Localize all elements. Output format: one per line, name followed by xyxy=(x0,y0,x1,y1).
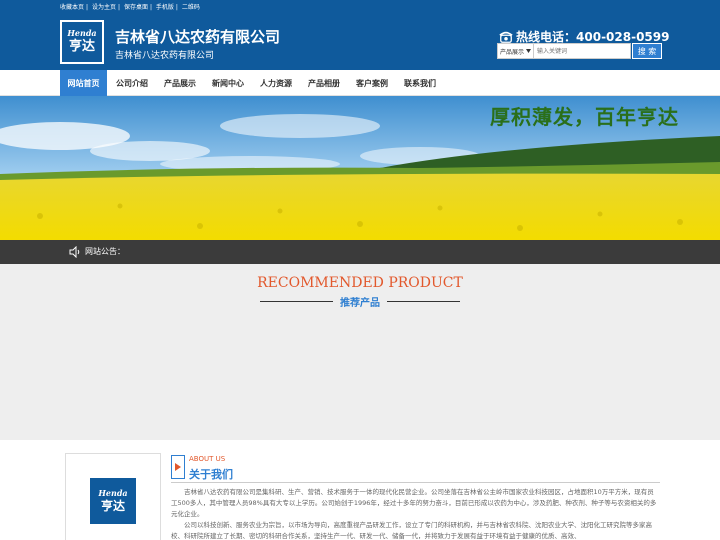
nav-item-home[interactable]: 网站首页 xyxy=(60,70,107,96)
search-button[interactable]: 搜 索 xyxy=(632,43,662,59)
about-paragraph: 吉林省八达农药有限公司是集科研、生产、营销、技术服务于一体的现代化民营企业。公司… xyxy=(171,488,657,518)
nav-item-album[interactable]: 产品相册 xyxy=(301,70,347,96)
main-nav: 网站首页 公司介绍 产品展示 新闻中心 人力资源 产品相册 客户案例 联系我们 xyxy=(0,70,720,96)
about-divider xyxy=(171,482,660,483)
about-text: 吉林省八达农药有限公司是集科研、生产、营销、技术服务于一体的现代化民营企业。公司… xyxy=(171,487,660,540)
about-logo-cn: 亨达 xyxy=(100,498,125,513)
nav-item-contact[interactable]: 联系我们 xyxy=(397,70,443,96)
top-links: 收藏本页 | 设为主页 | 保存桌面 | 手机版 | 二维码 xyxy=(60,2,202,11)
separator: | xyxy=(149,4,152,11)
top-link-mobile[interactable]: 手机版 xyxy=(156,4,174,11)
nav-item-about[interactable]: 公司介绍 xyxy=(109,70,155,96)
arrow-right-icon xyxy=(171,455,185,479)
search-category-select[interactable]: 产品展示 xyxy=(497,43,534,59)
hotline-number: 400-028-0599 xyxy=(576,29,670,44)
recommend-title-en: RECOMMENDED PRODUCT xyxy=(257,275,463,291)
top-link-bookmark[interactable]: 收藏本页 xyxy=(60,4,84,11)
top-link-homepage[interactable]: 设为主页 xyxy=(92,4,116,11)
about-logo: Henda 亨达 xyxy=(90,478,136,524)
logo-cn: 亨达 xyxy=(68,39,95,55)
separator: | xyxy=(175,4,178,11)
about-logo-en: Henda xyxy=(98,487,128,498)
nav-item-cases[interactable]: 客户案例 xyxy=(349,70,395,96)
about-paragraph: 公司以科技创新、服务农业为宗旨，以市场为导向，高度重视产品研发工作，设立了专门的… xyxy=(171,521,652,540)
recommend-title-cn: 推荐产品 xyxy=(333,294,387,309)
nav-item-news[interactable]: 新闻中心 xyxy=(205,70,251,96)
separator: | xyxy=(86,4,89,11)
separator: | xyxy=(117,4,121,11)
company-name: 吉林省八达农药有限公司 xyxy=(115,28,281,46)
search-bar: 产品展示 搜 索 xyxy=(497,43,662,59)
about-title-cn[interactable]: 关于我们 xyxy=(189,466,233,482)
nav-item-products[interactable]: 产品展示 xyxy=(157,70,203,96)
logo-en: Henda xyxy=(67,28,97,39)
speaker-icon xyxy=(69,246,80,258)
search-category-value: 产品展示 xyxy=(500,48,525,56)
top-link-desktop[interactable]: 保存桌面 xyxy=(124,4,148,11)
dropdown-arrow-icon xyxy=(526,49,531,53)
about-title-en: ABOUT US xyxy=(189,455,226,463)
search-input[interactable] xyxy=(534,43,631,59)
top-link-qrcode[interactable]: 二维码 xyxy=(182,4,200,11)
company-subtitle: 吉林省八达农药有限公司 xyxy=(115,51,215,61)
phone-icon xyxy=(499,31,513,43)
banner-slogan: 厚积薄发，百年亨达 xyxy=(490,105,679,129)
notice-label: 网站公告： xyxy=(85,247,125,256)
company-logo[interactable]: Henda 亨达 xyxy=(60,20,104,64)
nav-item-hr[interactable]: 人力资源 xyxy=(253,70,299,96)
